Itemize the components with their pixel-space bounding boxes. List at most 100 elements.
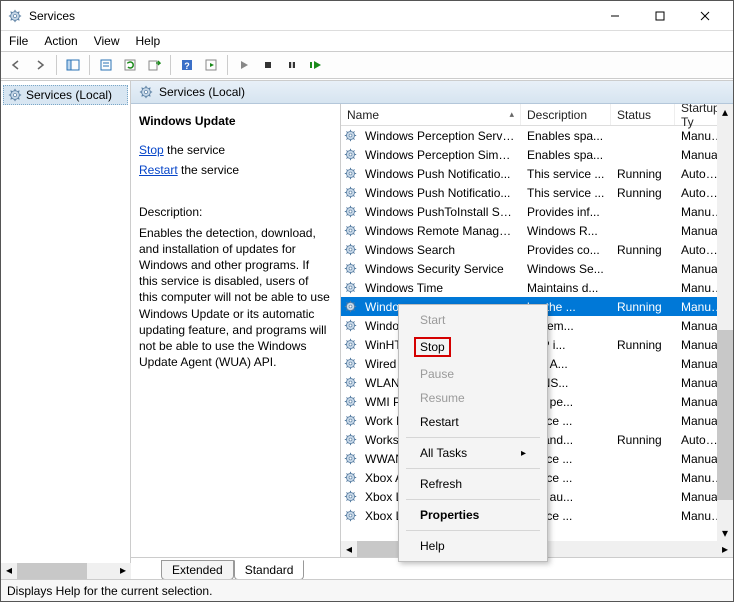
cell-name: Windows Time [359,281,521,295]
gear-icon [341,167,359,180]
menu-bar: File Action View Help [1,31,733,51]
maximize-button[interactable] [637,2,682,30]
scroll-up-icon[interactable]: ▴ [717,104,733,120]
scroll-right-icon[interactable]: ▸ [717,541,733,557]
restart-service-button[interactable] [305,54,327,76]
refresh-button[interactable] [119,54,141,76]
chevron-right-icon: ▸ [521,448,526,459]
menu-view[interactable]: View [94,34,120,48]
ctx-resume[interactable]: Resume [402,386,544,410]
menu-action[interactable]: Action [44,34,77,48]
ctx-separator [406,499,540,500]
ctx-restart[interactable]: Restart [402,410,544,434]
cell-desc: This service ... [521,186,611,200]
ctx-separator [406,530,540,531]
table-row[interactable]: Windows SearchProvides co...RunningAutom… [341,240,733,259]
cell-status: Running [611,167,675,181]
gear-icon [341,414,359,427]
scroll-left-icon[interactable]: ◂ [341,541,357,557]
cell-status: Running [611,186,675,200]
context-menu: Start Stop Pause Resume Restart All Task… [398,304,548,562]
cell-desc: Provides co... [521,243,611,257]
properties-button[interactable] [95,54,117,76]
back-button[interactable] [5,54,27,76]
scroll-down-icon[interactable]: ▾ [717,525,733,541]
column-status[interactable]: Status [611,104,675,125]
stop-link[interactable]: Stop [139,143,164,157]
tree-root-label: Services (Local) [26,88,112,102]
sort-indicator-icon: ▴ [509,109,514,120]
table-row[interactable]: Windows Remote Manage...Windows R...Manu… [341,221,733,240]
cell-name: Windows Security Service [359,262,521,276]
start-service-button[interactable] [233,54,255,76]
restart-link[interactable]: Restart [139,163,178,177]
gear-icon [341,452,359,465]
cell-desc: Enables spa... [521,129,611,143]
description-text: Enables the detection, download, and ins… [139,225,330,371]
tree-root-item[interactable]: Services (Local) [3,85,128,105]
column-description[interactable]: Description [521,104,611,125]
minimize-button[interactable] [592,2,637,30]
cell-status: Running [611,243,675,257]
gear-icon [341,129,359,142]
ctx-pause[interactable]: Pause [402,362,544,386]
gear-icon [341,186,359,199]
cell-name: Windows Search [359,243,521,257]
gear-icon [8,88,22,102]
gear-icon [341,490,359,503]
tab-extended[interactable]: Extended [161,560,234,579]
ctx-stop[interactable]: Stop [402,332,544,362]
detail-heading: Windows Update [139,114,330,128]
gear-icon [341,509,359,522]
help-button[interactable]: ? [176,54,198,76]
ctx-help[interactable]: Help [402,534,544,558]
table-row[interactable]: Windows Push Notificatio...This service … [341,164,733,183]
detail-panel: Windows Update Stop the service Restart … [131,104,341,557]
cell-name: Windows Perception Simul... [359,148,521,162]
gear-icon [341,357,359,370]
pause-service-button[interactable] [281,54,303,76]
cell-status: Running [611,338,675,352]
cell-desc: Enables spa... [521,148,611,162]
export-button[interactable] [143,54,165,76]
close-button[interactable] [682,2,727,30]
cell-name: Windows Push Notificatio... [359,167,521,181]
ctx-properties[interactable]: Properties [402,503,544,527]
gear-icon [341,281,359,294]
svg-text:?: ? [184,61,190,71]
cell-name: Windows PushToInstall Serv... [359,205,521,219]
gear-icon [341,338,359,351]
show-tree-button[interactable] [62,54,84,76]
cell-desc: Provides inf... [521,205,611,219]
gear-icon [341,376,359,389]
menu-file[interactable]: File [9,34,28,48]
stop-service-button[interactable] [257,54,279,76]
cell-status: Running [611,300,675,314]
table-row[interactable]: Windows Perception ServiceEnables spa...… [341,126,733,145]
cell-desc: This service ... [521,167,611,181]
ctx-refresh[interactable]: Refresh [402,472,544,496]
cell-desc: Windows R... [521,224,611,238]
tree-horizontal-scrollbar[interactable]: ◂ ▸ [1,563,131,579]
ctx-start[interactable]: Start [402,308,544,332]
vertical-scrollbar[interactable]: ▴ ▾ [717,104,733,541]
column-name[interactable]: Name ▴ [341,104,521,125]
menu-help[interactable]: Help [136,34,161,48]
table-row[interactable]: Windows TimeMaintains d...Manual (T [341,278,733,297]
table-row[interactable]: Windows Push Notificatio...This service … [341,183,733,202]
action-button[interactable] [200,54,222,76]
forward-button[interactable] [29,54,51,76]
gear-icon [341,243,359,256]
cell-desc: Windows Se... [521,262,611,276]
gear-icon [139,85,153,99]
tab-standard[interactable]: Standard [234,560,305,579]
table-row[interactable]: Windows Perception Simul...Enables spa..… [341,145,733,164]
window-title: Services [29,9,75,23]
gear-icon [341,224,359,237]
table-row[interactable]: Windows Security ServiceWindows Se...Man… [341,259,733,278]
ctx-all-tasks[interactable]: All Tasks▸ [402,441,544,465]
title-bar: Services [1,1,733,31]
table-row[interactable]: Windows PushToInstall Serv...Provides in… [341,202,733,221]
app-icon [7,8,23,24]
scroll-thumb[interactable] [717,330,733,500]
